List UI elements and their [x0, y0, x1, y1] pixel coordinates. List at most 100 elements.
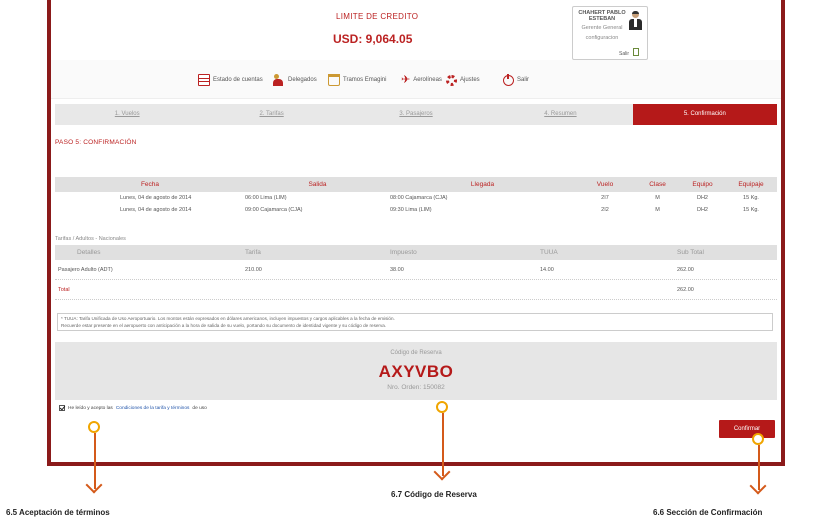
annotation-marker-code	[436, 401, 448, 413]
table-cell: 09:30 Lima (LIM)	[390, 207, 432, 213]
annotation-arrow-head-icon	[433, 463, 451, 481]
table-cell: Total	[58, 286, 70, 293]
table-cell: Lunes, 04 de agosto de 2014	[120, 207, 192, 213]
nav-item-label: Aerolíneas	[413, 77, 442, 83]
note-line: * TUUA: Tarifa Unificada de Uso Aeroport…	[61, 316, 395, 321]
user-name: CHAHERT PABLO ESTEBAN	[578, 10, 626, 22]
nav-item-label: Ajustes	[460, 77, 480, 83]
column-header: Detalles	[77, 249, 101, 256]
statement-icon	[198, 74, 210, 86]
reservation-caption: Código de Reserva	[390, 350, 442, 356]
column-header: Salida	[308, 181, 327, 188]
nav-item-statements[interactable]: Estado de cuentas	[198, 73, 263, 87]
fares-table-header: Detalles Tarifa Impuesto TUUA Sub Total	[55, 245, 777, 260]
settings-gear-icon	[446, 74, 457, 86]
exit-icon[interactable]	[633, 48, 639, 56]
column-header: Fecha	[140, 181, 160, 188]
table-row: Lunes, 04 de agosto de 2014 09:00 Cajama…	[55, 204, 777, 216]
annotation-caption-terms: 6.5 Aceptación de términos	[6, 508, 110, 517]
nav-item-label: Estado de cuentas	[213, 77, 263, 83]
table-cell: Lunes, 04 de agosto de 2014	[120, 195, 192, 201]
step-confirmation[interactable]: 5. Confirmación	[632, 104, 778, 125]
nav-item-label: Salir	[517, 77, 530, 83]
nav-item-label: Tramos Emagini	[343, 77, 387, 83]
booking-frame: LIMITE DE CREDITO USD: 9,064.05 CHAHERT …	[47, 0, 785, 466]
column-header: Equipaje	[738, 181, 764, 188]
annotation-caption-confirm: 6.6 Sección de Confirmación	[653, 508, 763, 517]
annotation-arrow-head-icon	[85, 476, 103, 494]
notes-box: * TUUA: Tarifa Unificada de Uso Aeroport…	[57, 313, 773, 331]
table-cell: DH2	[696, 195, 708, 201]
table-cell: M	[655, 195, 660, 201]
delegates-icon	[273, 74, 285, 86]
column-header: Clase	[649, 181, 666, 188]
note-line: Recuerde estar presente en el aeropuerto…	[61, 323, 387, 328]
user-avatar	[628, 11, 643, 31]
annotation-caption-code: 6.7 Código de Reserva	[391, 490, 477, 499]
terms-checkbox[interactable]	[59, 405, 65, 411]
table-row-total: Total 262.00	[55, 280, 777, 300]
table-cell: 262.00	[677, 286, 694, 293]
top-header: LIMITE DE CREDITO USD: 9,064.05 CHAHERT …	[51, 0, 781, 60]
annotation-marker-confirm	[752, 433, 764, 445]
terms-link[interactable]: Condiciones de la tarifa y términos	[116, 406, 190, 411]
main-navigation: Estado de cuentas Delegados Tramos Emagi…	[51, 60, 781, 99]
nav-item-delegates[interactable]: Delegados	[273, 73, 317, 87]
flights-table: Fecha Salida Llegada Vuelo Clase Equipo …	[55, 177, 777, 216]
table-cell: 15 Kg.	[743, 195, 759, 201]
flights-table-header: Fecha Salida Llegada Vuelo Clase Equipo …	[55, 177, 777, 192]
table-cell: DH2	[696, 207, 708, 213]
terms-acceptance: He leído y acepto las Condiciones de la …	[59, 405, 207, 411]
user-role: Gerente General	[581, 25, 623, 31]
column-header: Impuesto	[390, 249, 417, 256]
nav-item-tramos[interactable]: Tramos Emagini	[328, 73, 386, 87]
wizard-steps: 1. Vuelos 2. Tarifas 3. Pasajeros 4. Res…	[55, 104, 778, 125]
step-flights[interactable]: 1. Vuelos	[55, 104, 199, 125]
table-cell: M	[655, 207, 660, 213]
nav-item-airlines[interactable]: ✈ Aerolíneas	[401, 73, 442, 87]
table-cell: 210.00	[245, 266, 262, 273]
table-cell: 2I7	[601, 195, 609, 201]
nav-item-label: Delegados	[288, 77, 317, 83]
credit-limit-title: LIMITE DE CREDITO	[336, 12, 419, 21]
table-row: Pasajero Adulto (ADT) 210.00 38.00 14.00…	[55, 260, 777, 280]
table-cell: 14.00	[540, 266, 554, 273]
step-passengers[interactable]: 3. Pasajeros	[344, 104, 488, 125]
reservation-code: AXYVBO	[378, 362, 454, 381]
table-cell: 08:00 Cajamarca (CJA)	[390, 195, 448, 201]
table-cell: 06:00 Lima (LIM)	[245, 195, 287, 201]
step-fares[interactable]: 2. Tarifas	[199, 104, 343, 125]
power-icon	[503, 73, 514, 86]
user-panel: CHAHERT PABLO ESTEBAN Gerente General co…	[572, 6, 648, 60]
table-cell: 38.00	[390, 266, 404, 273]
table-cell: Pasajero Adulto (ADT)	[58, 266, 113, 273]
annotation-arrow-head-icon	[749, 477, 767, 495]
section-title: PASO 5: CONFIRMACIÓN	[55, 139, 137, 146]
user-settings-link[interactable]: configuracion	[576, 35, 628, 41]
confirm-button[interactable]: Confirmar	[719, 420, 775, 438]
annotation-marker-terms	[88, 421, 100, 433]
table-cell: 15 Kg.	[743, 207, 759, 213]
column-header: TUUA	[540, 249, 558, 256]
column-header: Llegada	[470, 181, 495, 188]
terms-prefix: He leído y acepto las	[68, 405, 113, 411]
table-row: Lunes, 04 de agosto de 2014 06:00 Lima (…	[55, 192, 777, 204]
column-header: Vuelo	[596, 181, 614, 188]
fares-label: Tarifas / Adultos - Nacionales	[55, 236, 126, 242]
step-summary[interactable]: 4. Resumen	[488, 104, 632, 125]
nav-item-logout[interactable]: Salir	[503, 73, 529, 87]
terms-suffix: de uso	[192, 405, 207, 411]
credit-limit-amount: USD: 9,064.05	[333, 32, 413, 46]
column-header: Tarifa	[245, 249, 261, 256]
table-cell: 09:00 Cajamarca (CJA)	[245, 207, 303, 213]
nav-item-settings[interactable]: Ajustes	[446, 73, 480, 87]
trash-icon	[328, 74, 340, 86]
logout-link[interactable]: Salir	[619, 51, 629, 57]
reservation-panel: Código de Reserva AXYVBO Nro. Orden: 150…	[55, 342, 777, 400]
table-cell: 262.00	[677, 266, 694, 273]
table-cell: 2I2	[601, 207, 609, 213]
column-header: Equipo	[692, 181, 713, 188]
order-number: Nro. Orden: 150082	[387, 384, 445, 391]
airplane-icon: ✈	[401, 74, 411, 86]
fares-table: Detalles Tarifa Impuesto TUUA Sub Total …	[55, 245, 777, 300]
